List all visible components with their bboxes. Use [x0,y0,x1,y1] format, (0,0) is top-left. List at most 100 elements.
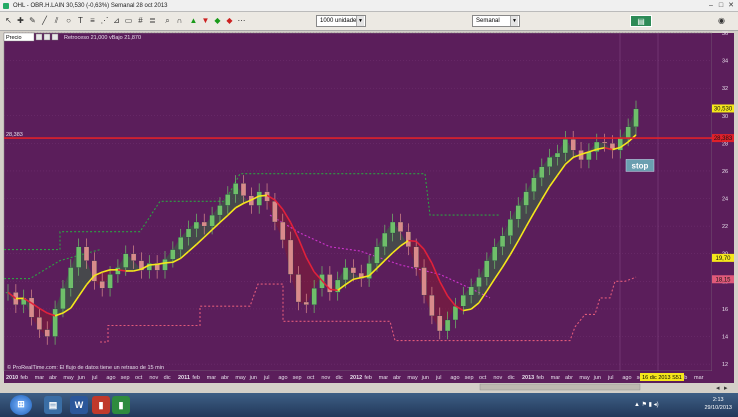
text-tool-icon[interactable]: T [75,15,86,27]
price-tick-label: 16 [722,307,728,313]
price-tick-label: 32 [722,86,728,92]
trading-panel-icon[interactable]: ▤ [630,15,652,27]
time-axis-label: dic [336,375,343,381]
time-axis-label: sep [465,375,474,381]
clock-time: 2:13 [712,397,724,403]
settings-icon[interactable]: ◉ [716,15,727,27]
cursor-icon[interactable]: ↖ [3,15,14,27]
zoom-icon[interactable]: ⌕ [162,15,173,27]
clock[interactable]: 2:13 29/10/2013 [704,396,732,412]
candle-body [256,191,262,206]
current-price-label: 30,530 [714,106,733,112]
fan-tool-icon[interactable]: ⋰ [99,15,110,27]
moving-average-segment [149,263,158,266]
candle-body [350,267,357,274]
candle-body [115,267,121,275]
time-axis-label: jun [593,375,601,381]
crosshair-icon[interactable]: ✚ [15,15,26,27]
candle-body [185,228,192,238]
candle-body [452,306,459,321]
sell-icon[interactable]: ◆ [224,15,235,27]
candle-body [437,315,443,332]
candle-body [44,329,50,337]
time-axis-label: may [235,375,246,381]
scroll-right-icon[interactable]: ▸ [724,384,728,392]
candle-body [531,177,537,192]
legend-text: Retroceso 21,000 vBajo 21,870 [64,35,141,41]
fibonacci-icon[interactable]: ≡ [87,15,98,27]
circle-tool-icon[interactable]: ○ [63,15,74,27]
line-tool-icon[interactable]: ╱ [39,15,50,27]
price-tick-label: 12 [722,362,728,368]
time-axis-label: ago [278,375,287,381]
candle-body [421,267,427,296]
scroll-left-icon[interactable]: ◂ [716,384,720,392]
panel-icon-c [51,33,59,41]
time-axis-label: jul [435,375,442,381]
time-axis-label: dic [164,375,171,381]
time-axis-label: jun [77,375,85,381]
candle-body [209,214,215,227]
chevron-down-icon[interactable]: ▼ [510,16,518,26]
red-line-price-label: 28,383 [714,136,733,142]
rectangle-tool-icon[interactable]: ▭ [123,15,134,27]
candle-body [382,232,388,247]
channel-lines-icon[interactable]: ≣ [147,15,158,27]
left-red-line-label: 28,383 [6,132,23,138]
price-tick-label: 28 [722,141,728,147]
footer-text: © ProRealTime.com: El flujo de datos tie… [7,364,164,371]
time-axis-label: jul [607,375,614,381]
candle-body [413,246,419,268]
chevron-down-icon[interactable]: ▼ [356,16,364,26]
candle-body [539,166,545,179]
date-marker-label: 16 dic 2013 S51 [642,375,682,381]
candle-body [303,301,309,305]
scrollbar-thumb[interactable] [479,383,641,391]
candle-body [562,139,568,154]
moving-average-segment [164,261,173,264]
file-explorer-icon[interactable]: ▤ [44,396,62,414]
candle-body [389,221,396,234]
quantity-select-value: 1000 unidades [320,18,360,24]
maximize-icon[interactable]: □ [716,1,726,10]
ruler-icon[interactable]: ⊿ [111,15,122,27]
sell-arrow-icon[interactable]: ▼ [200,15,211,27]
candle-body [52,308,58,337]
price-tick-label: 36 [722,31,728,37]
close-icon[interactable]: ✕ [726,1,736,10]
candle-body [547,157,553,167]
candle-body [554,152,561,158]
time-axis-label: jun [249,375,257,381]
quantity-select[interactable]: 1000 unidades ▼ [316,15,366,27]
time-axis-label: feb [364,375,372,381]
prorealtime-icon[interactable]: ▮ [92,396,110,414]
grid-icon[interactable]: # [135,15,146,27]
price-chart[interactable]: 3634323028262422201816141230,53028,38319… [0,31,738,393]
app-icon[interactable]: ▮ [112,396,130,414]
time-axis-label: abr [565,375,573,381]
windows-taskbar: ⊞ ▤ W ▮ ▮ ▲ ⚑ ▮ ◂) 2:13 29/10/2013 [0,393,738,417]
candle-body [130,253,137,261]
time-axis-label: nov [321,375,330,381]
buy-icon[interactable]: ◆ [212,15,223,27]
candle-body [232,183,239,195]
channel-tool-icon[interactable]: ⫽ [51,15,62,27]
toolbar-more-icon[interactable]: ⋯ [236,15,247,27]
start-orb-icon[interactable]: ⊞ [10,395,32,415]
moving-average-segment [117,269,126,272]
time-axis-label: jun [421,375,429,381]
candle-body [107,274,113,289]
minimize-icon[interactable]: – [706,1,716,10]
candle-body [311,288,317,305]
candle-body [295,274,302,303]
period-select[interactable]: Semanal ▼ [472,15,520,27]
time-axis-label: oct [307,375,315,381]
word-icon[interactable]: W [70,396,88,414]
buy-arrow-icon[interactable]: ▲ [188,15,199,27]
time-axis-label: feb [20,375,28,381]
pencil-icon[interactable]: ✎ [27,15,38,27]
time-axis-label: sep [121,375,130,381]
time-axis-label: nov [149,375,158,381]
tray-icons[interactable]: ▲ ⚑ ▮ ◂) [634,401,659,408]
magnet-icon[interactable]: ∩ [174,15,185,27]
